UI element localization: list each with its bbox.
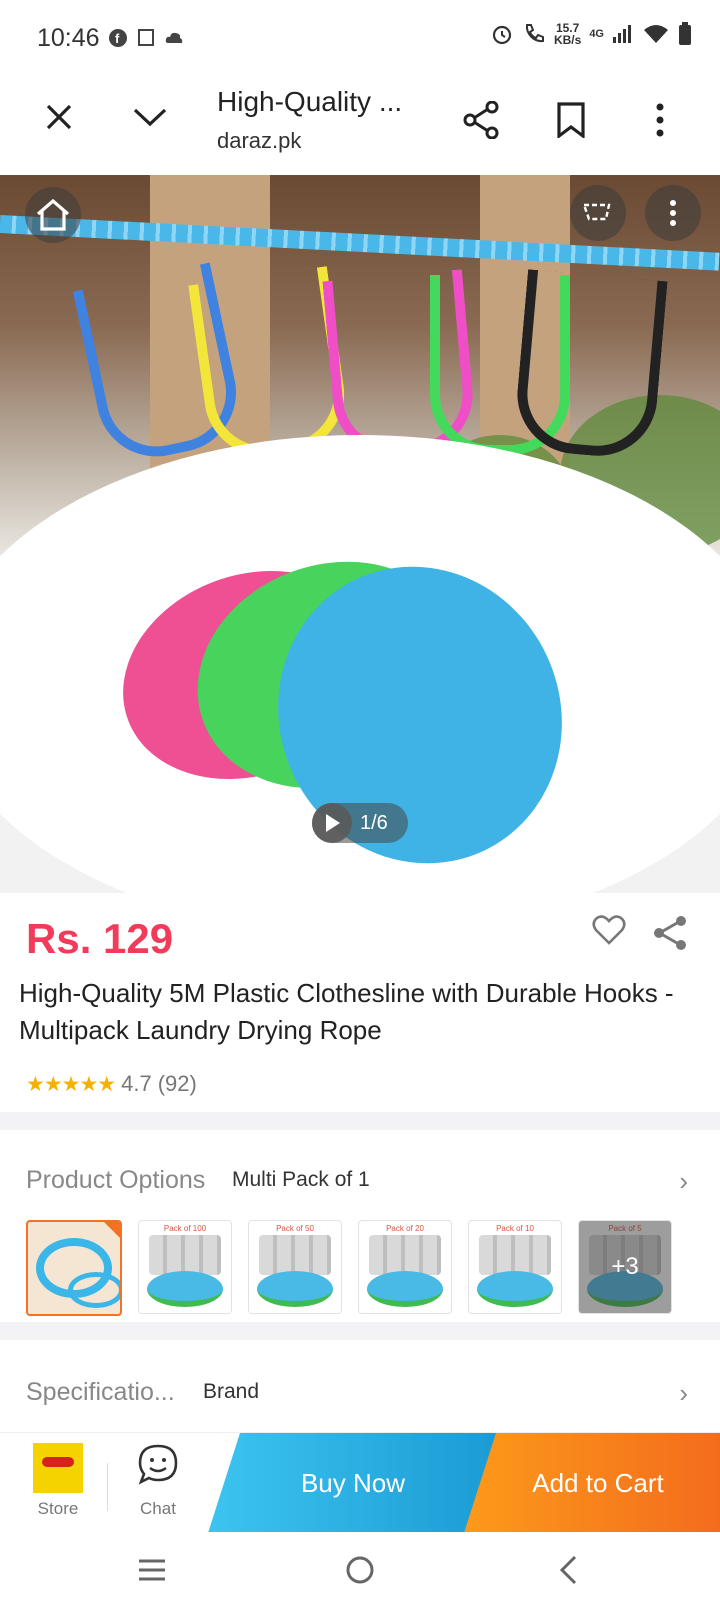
recents-icon [139,1559,165,1581]
more-icon [656,103,664,137]
wishlist-button[interactable] [592,915,626,950]
status-time: 10:46 [37,24,100,52]
chat-label: Chat [140,1499,176,1518]
more-icon [670,200,676,226]
product-options-value: Multi Pack of 1 [232,1168,370,1191]
image-counter[interactable]: 1/6 [312,803,408,843]
battery-icon [679,22,691,45]
option-thumbnail[interactable]: Pack of 20 [358,1220,452,1314]
product-options-label: Product Options [26,1166,206,1194]
store-logo [33,1443,83,1493]
rating-stars: ★★★★★ [26,1072,116,1096]
screen-icon [138,29,154,46]
bookmark-button[interactable] [547,96,595,144]
product-rating[interactable]: ★★★★★ 4.7 (92) [26,1071,197,1097]
chat-icon [138,1444,178,1485]
more-options-count: +3 [579,1221,671,1313]
rating-value: 4.7 [121,1071,152,1096]
specifications-label: Specificatio... [26,1378,175,1406]
share-icon [654,916,686,950]
product-price: Rs. 129 [26,915,174,962]
back-button[interactable] [548,1550,588,1590]
share-icon [463,101,499,139]
add-to-cart-button[interactable]: Add to Cart [464,1433,720,1533]
play-icon [326,814,340,832]
more-options-button[interactable] [636,96,684,144]
option-thumbnail[interactable]: Pack of 100 [138,1220,232,1314]
wifi-icon [644,25,668,43]
cart-icon [583,203,611,221]
home-nav-icon [346,1556,374,1584]
image-counter-text: 1/6 [360,811,388,834]
close-button[interactable] [35,93,83,141]
share-button[interactable] [457,96,505,144]
cart-button[interactable] [570,185,626,241]
option-thumbnail-more[interactable]: Pack of 5+3 [578,1220,672,1314]
store-label: Store [37,1499,79,1518]
specifications-value: Brand [203,1380,260,1403]
recents-button[interactable] [132,1550,172,1590]
network-speed: 15.7 KB/s [553,21,582,47]
signal-icon [613,25,631,43]
store-button[interactable]: Store [18,1443,98,1519]
buy-now-button[interactable]: Buy Now [208,1433,498,1533]
back-icon [559,1555,577,1585]
facebook-icon: f [109,29,127,47]
home-button[interactable] [25,187,81,243]
alarm-icon [492,25,512,45]
page-title: High-Quality ... [217,86,403,117]
chat-button[interactable]: Chat [118,1443,198,1519]
option-thumbnail[interactable]: Pack of 50 [248,1220,342,1314]
option-thumbnails: Pack of 100 Pack of 50 Pack of 20 Pack o… [26,1220,672,1316]
home-nav-button[interactable] [340,1550,380,1590]
product-title: High-Quality 5M Plastic Clothesline with… [19,978,674,1045]
system-navigation-bar [0,1532,720,1608]
minimize-button[interactable] [126,93,174,141]
chevron-down-icon [133,108,167,127]
chevron-right-icon: › [679,1378,688,1408]
play-video-button[interactable] [312,803,352,843]
page-domain: daraz.pk [217,128,302,153]
product-share-button[interactable] [652,915,688,956]
status-bar: 10:46 f 15.7 KB/s 4G [0,0,720,80]
bottom-action-bar: Store Chat Buy Now Add to Cart [0,1432,720,1533]
cloud-icon [165,32,183,43]
svg-text:f: f [115,31,120,46]
product-image-gallery[interactable]: 1/6 [0,175,720,893]
close-icon [46,104,72,130]
heart-icon [592,915,626,945]
option-thumbnail-selected[interactable] [26,1220,122,1316]
section-divider [0,1322,720,1340]
home-icon [36,198,70,231]
gallery-more-button[interactable] [645,185,701,241]
network-type: 4G [589,28,604,40]
section-divider [0,1112,720,1130]
wifi-call-icon [525,24,544,43]
bookmark-icon [557,102,585,138]
review-count: (92) [157,1071,197,1096]
option-thumbnail[interactable]: Pack of 10 [468,1220,562,1314]
chevron-right-icon: › [679,1166,688,1196]
